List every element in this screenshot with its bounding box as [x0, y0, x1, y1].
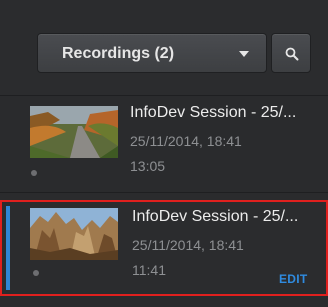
recording-item-selected[interactable]: InfoDev Session - 25/... 25/11/2014, 18:… — [0, 200, 328, 296]
edit-link[interactable]: EDIT — [279, 272, 308, 286]
caret-down-icon — [239, 51, 249, 57]
recording-item[interactable]: InfoDev Session - 25/... 25/11/2014, 18:… — [0, 96, 328, 192]
search-button[interactable] — [271, 33, 311, 73]
status-dot — [33, 270, 39, 276]
recording-thumbnail — [30, 208, 118, 260]
recording-date: 25/11/2014, 18:41 — [130, 133, 242, 149]
recordings-toolbar: Recordings (2) — [0, 0, 328, 95]
recording-duration: 13:05 — [130, 158, 166, 174]
status-dot — [31, 170, 37, 176]
divider — [0, 192, 328, 193]
recordings-panel: Recordings (2) InfoDev Session - 25/... … — [0, 0, 328, 307]
recording-date: 25/11/2014, 18:41 — [132, 237, 244, 253]
recording-title: InfoDev Session - 25/... — [132, 208, 299, 225]
search-icon — [285, 47, 299, 61]
recordings-dropdown-label: Recordings (2) — [62, 45, 175, 62]
selection-accent-bar — [6, 206, 10, 290]
recording-title: InfoDev Session - 25/... — [130, 104, 297, 121]
recording-duration: 11:41 — [132, 262, 166, 278]
recordings-dropdown[interactable]: Recordings (2) — [37, 33, 267, 73]
recording-thumbnail — [30, 106, 118, 158]
